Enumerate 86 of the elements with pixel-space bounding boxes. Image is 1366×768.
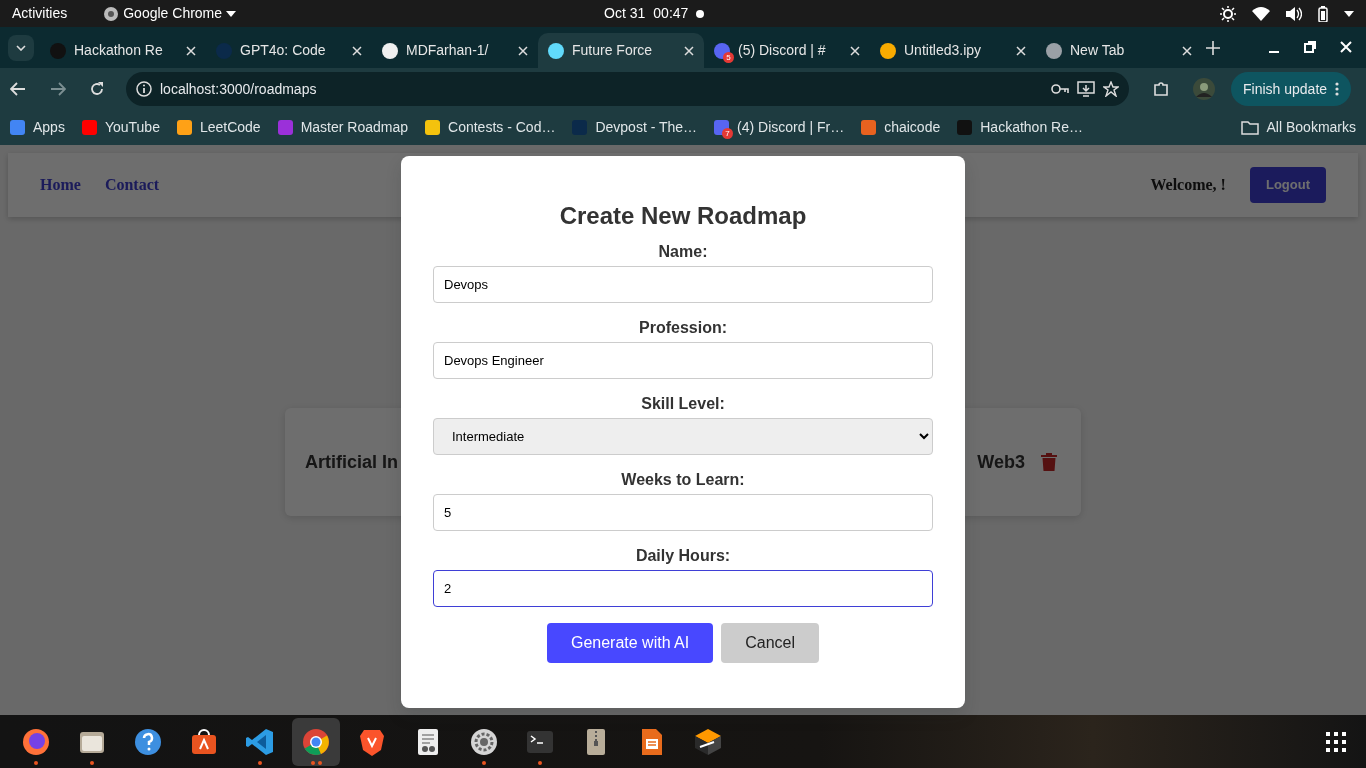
finish-update-button[interactable]: Finish update [1231, 72, 1352, 106]
tab-title: MDFarhan-1/ [406, 41, 490, 60]
generate-button[interactable]: Generate with AI [546, 622, 714, 663]
maximize-icon[interactable] [1304, 41, 1316, 53]
bookmark[interactable]: Apps [10, 117, 65, 138]
info-icon[interactable] [136, 81, 152, 97]
activities-button[interactable]: Activities [12, 3, 68, 24]
number-field[interactable]: 2 [433, 569, 933, 607]
tab-title: New Tab [1070, 41, 1126, 60]
star-icon[interactable] [1103, 81, 1119, 97]
input-field[interactable]: Devops [433, 265, 933, 303]
running-indicator [482, 760, 486, 765]
bookmark[interactable]: Contests - Cod… [425, 117, 556, 138]
bookmark[interactable]: 7 (4) Discord | Fr… [714, 117, 845, 138]
running-indicator [34, 760, 38, 765]
cancel-button[interactable]: Cancel [721, 622, 820, 663]
dialog-title: Create New Roadmap [558, 202, 808, 231]
running-indicator [258, 760, 262, 765]
wifi-icon[interactable] [1252, 6, 1270, 21]
running-indicator [538, 760, 542, 765]
input-field[interactable]: Devops Engineer [433, 341, 933, 379]
browser-tab[interactable]: Untitled3.ipy [870, 33, 1036, 68]
forward-icon[interactable] [50, 82, 66, 96]
caret-icon[interactable] [1344, 10, 1354, 17]
browser-tab[interactable]: GPT4o: Code [206, 33, 372, 68]
bookmark[interactable]: LeetCode [176, 117, 261, 138]
caret-icon [226, 10, 237, 17]
app-menu[interactable]: Google Chrome [123, 3, 223, 24]
field-label: Name: [657, 242, 709, 261]
tab-title: Hackathon Re [74, 41, 164, 60]
date-text[interactable]: Oct 31 [604, 3, 646, 24]
tab-title: Untitled3.ipy [904, 41, 983, 60]
volume-icon[interactable] [1286, 6, 1302, 21]
welcome-text: Welcome, ! [1150, 175, 1226, 195]
extensions-icon[interactable] [1153, 81, 1169, 97]
bookmark[interactable]: Devpost - The… [572, 117, 698, 138]
field-label: Skill Level: [640, 394, 726, 413]
clock-text[interactable]: 00:47 [653, 3, 689, 24]
tab-title: (5) Discord | # [738, 41, 827, 60]
browser-tab[interactable]: MDFarhan-1/ [372, 33, 538, 68]
install-icon[interactable] [1077, 81, 1095, 97]
address-bar[interactable]: localhost:3000/roadmaps [126, 72, 1129, 106]
chevron-down-icon [16, 45, 26, 51]
bookmark[interactable]: chaicode [861, 117, 941, 138]
tab-search-button[interactable] [8, 35, 34, 61]
notification-badge: 7 [722, 128, 734, 139]
running-indicator [90, 760, 94, 765]
reload-icon[interactable] [90, 82, 104, 96]
more-icon [1335, 82, 1340, 96]
key-icon[interactable] [1051, 83, 1069, 95]
number-field[interactable]: 5 [433, 493, 933, 531]
browser-tab[interactable]: Future Force [538, 33, 704, 68]
bookmark[interactable]: YouTube [81, 117, 160, 138]
browser-tab[interactable]: New Tab [1036, 33, 1202, 68]
tab-title: Future Force [572, 41, 654, 60]
close-icon[interactable] [850, 45, 860, 56]
notification-dot-icon [696, 9, 705, 18]
battery-icon[interactable] [1318, 5, 1328, 22]
trash-icon[interactable] [1041, 453, 1057, 471]
field-label: Profession: [638, 318, 728, 337]
roadmap-title: Artificial In [305, 450, 398, 474]
bookmark[interactable]: Master Roadmap [277, 117, 409, 138]
browser-tab[interactable]: Hackathon Re [40, 33, 206, 68]
back-icon[interactable] [10, 82, 26, 96]
close-icon[interactable] [684, 45, 694, 56]
new-tab-icon[interactable] [1206, 41, 1220, 55]
skill-level-select[interactable]: Intermediate [433, 417, 933, 455]
field-label: Daily Hours: [634, 546, 732, 565]
notification-badge: 5 [723, 51, 734, 63]
close-icon[interactable] [352, 45, 362, 56]
close-icon[interactable] [186, 45, 196, 56]
dock-item[interactable] [292, 717, 340, 766]
close-icon[interactable] [1016, 45, 1026, 56]
avatar-icon[interactable] [1193, 78, 1215, 100]
tab-title: GPT4o: Code [240, 41, 327, 60]
close-icon[interactable] [1182, 45, 1192, 56]
url-text: localhost:3000/roadmaps [160, 79, 318, 99]
app-grid-icon[interactable] [1326, 731, 1346, 752]
roadmap-title: Web3 [977, 450, 1025, 474]
field-label: Weeks to Learn: [620, 470, 746, 489]
close-icon[interactable] [518, 45, 528, 56]
browser-tab[interactable]: 5 (5) Discord | # [704, 33, 870, 68]
brightness-icon[interactable] [1220, 5, 1236, 22]
folder-icon [1240, 120, 1259, 135]
bookmark[interactable]: Hackathon Re… [957, 117, 1083, 138]
all-bookmarks-button[interactable]: All Bookmarks [1240, 117, 1356, 138]
